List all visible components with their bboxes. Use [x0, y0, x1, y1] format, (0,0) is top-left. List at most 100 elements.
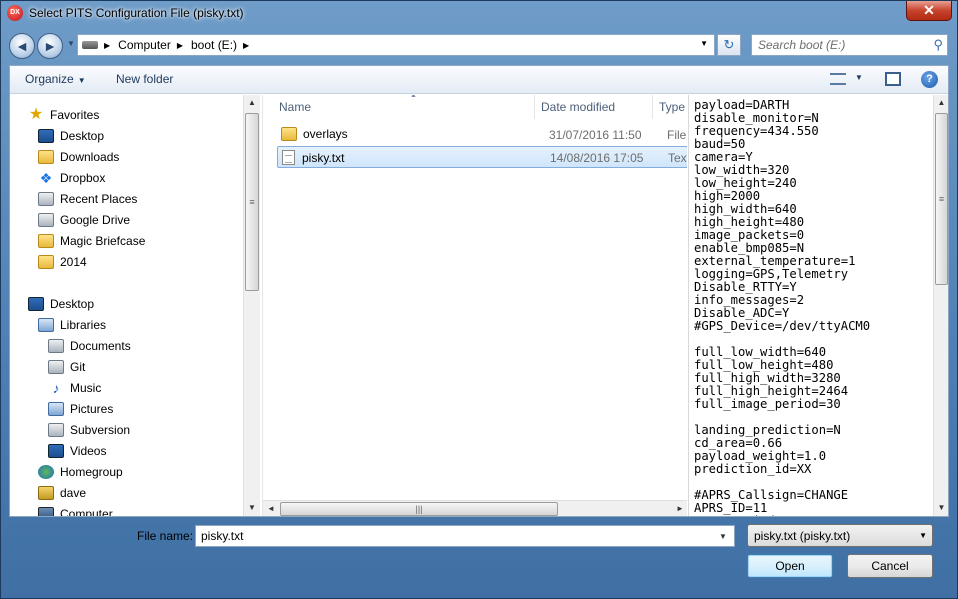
organize-button[interactable]: Organize ▼ [25, 72, 86, 86]
scrollbar-thumb[interactable]: ≡ [935, 113, 948, 285]
scrollbar-thumb[interactable]: ||| [280, 502, 558, 516]
file-name-dropdown-icon[interactable]: ▼ [719, 532, 727, 541]
scroll-up-icon[interactable]: ▲ [244, 95, 260, 111]
file-name-input[interactable] [195, 525, 735, 547]
sort-ascending-icon: ▲ [410, 95, 417, 99]
computer-icon [82, 41, 98, 49]
music-icon: ♪ [52, 380, 60, 396]
scroll-left-icon[interactable]: ◄ [263, 501, 279, 516]
scroll-down-icon[interactable]: ▼ [934, 500, 948, 516]
help-icon[interactable]: ? [921, 71, 938, 88]
nav-label: Desktop [50, 297, 95, 311]
file-type: File f [667, 128, 687, 142]
open-button[interactable]: Open [747, 554, 833, 578]
scroll-down-icon[interactable]: ▼ [244, 500, 260, 516]
address-dropdown-icon[interactable]: ▼ [700, 39, 708, 48]
breadcrumb-separator-icon[interactable]: ▶ [104, 41, 110, 50]
file-list-pane: Name ▲ Date modified Type overlays 31/07… [262, 95, 687, 516]
breadcrumb-boot-drive[interactable]: boot (E:) [191, 38, 237, 52]
nav-computer[interactable]: Computer [38, 504, 113, 516]
breadcrumb-separator-icon[interactable]: ▶ [243, 41, 249, 50]
dialog-footer: File name: ▼ pisky.txt (pisky.txt) ▼ Ope… [1, 519, 957, 599]
dropbox-icon: ❖ [39, 170, 53, 186]
pictures-icon [48, 402, 64, 416]
nav-library-git[interactable]: Git [48, 357, 85, 377]
title-bar[interactable]: DX Select PITS Configuration File (pisky… [1, 1, 957, 27]
search-input[interactable]: Search boot (E:) ⚲ [751, 34, 948, 56]
app-icon: DX [7, 5, 23, 21]
nav-desktop[interactable]: Desktop [28, 294, 94, 314]
chevron-down-icon: ▼ [919, 531, 927, 540]
new-folder-button[interactable]: New folder [116, 72, 173, 86]
file-preview-text[interactable]: payload=DARTH disable_monitor=N frequenc… [694, 99, 932, 516]
cancel-button[interactable]: Cancel [847, 554, 933, 578]
file-name: pisky.txt [302, 150, 345, 165]
breadcrumb-item[interactable]: ▶ [243, 41, 249, 50]
nav-label: Videos [70, 444, 107, 458]
back-button[interactable]: ◄ [9, 33, 35, 59]
nav-label: Desktop [60, 129, 105, 143]
column-header-type[interactable]: Type [653, 95, 687, 119]
nav-library-subversion[interactable]: Subversion [48, 420, 130, 440]
libraries-icon [38, 318, 54, 332]
close-button[interactable]: ✕ [906, 1, 952, 21]
nav-favorite-google-drive[interactable]: Google Drive [38, 210, 130, 230]
breadcrumb-computer[interactable]: Computer [118, 38, 171, 52]
recent-locations-dropdown-icon[interactable]: ▼ [67, 39, 77, 53]
file-row-overlays[interactable]: overlays 31/07/2016 11:50 File f [277, 124, 687, 146]
nav-label: Favorites [50, 108, 100, 122]
nav-label: Libraries [60, 318, 107, 332]
address-bar[interactable]: ▶ Computer ▶ boot (E:) ▶ ▼ [77, 34, 715, 56]
nav-favorites[interactable]: ★ Favorites [28, 105, 100, 125]
dialog-content: Organize ▼ New folder ▼ ? ★ Favorites Desk… [9, 65, 949, 517]
nav-homegroup[interactable]: Homegroup [38, 462, 123, 482]
change-view-icon[interactable] [830, 73, 846, 85]
nav-user-dave[interactable]: dave [38, 483, 86, 503]
folder-icon [38, 255, 54, 269]
nav-favorite-2014[interactable]: 2014 [38, 252, 87, 272]
file-row-pisky-txt[interactable]: pisky.txt 14/08/2016 17:05 Text [277, 146, 687, 168]
preview-scrollbar[interactable]: ▲ ≡ ▼ [933, 95, 948, 516]
desktop-icon [28, 297, 44, 311]
column-label: Name [279, 100, 312, 114]
navigation-pane-scrollbar[interactable]: ▲ ≡ ▼ [243, 95, 260, 516]
nav-favorite-dropbox[interactable]: ❖ Dropbox [38, 168, 106, 188]
search-icon[interactable]: ⚲ [933, 37, 943, 53]
view-options-chevron-icon[interactable]: ▼ [855, 73, 863, 82]
refresh-button[interactable]: ↻ [717, 34, 741, 56]
column-header-date[interactable]: Date modified [535, 95, 653, 119]
preview-pane: payload=DARTH disable_monitor=N frequenc… [688, 95, 948, 516]
library-icon [48, 423, 64, 437]
file-name-label: File name: [137, 529, 194, 543]
forward-button[interactable]: ► [37, 33, 63, 59]
folder-icon [281, 127, 297, 141]
nav-library-videos[interactable]: Videos [48, 441, 106, 461]
nav-library-music[interactable]: ♪ Music [48, 378, 102, 398]
nav-favorite-desktop[interactable]: Desktop [38, 126, 104, 146]
file-type-value: pisky.txt (pisky.txt) [754, 529, 851, 543]
preview-pane-toggle-icon[interactable] [885, 72, 901, 86]
recent-places-icon [38, 192, 54, 206]
breadcrumb-item[interactable]: ▶ Computer [104, 38, 171, 52]
breadcrumb-item[interactable]: ▶ boot (E:) [177, 38, 237, 52]
breadcrumb-separator-icon[interactable]: ▶ [177, 41, 183, 50]
documents-icon [48, 339, 64, 353]
file-type-select[interactable]: pisky.txt (pisky.txt) ▼ [747, 524, 933, 547]
library-icon [48, 360, 64, 374]
scroll-up-icon[interactable]: ▲ [934, 95, 948, 111]
nav-label: Git [70, 360, 86, 374]
nav-label: Magic Briefcase [60, 234, 146, 248]
file-list-horizontal-scrollbar[interactable]: ◄ ||| ► [263, 500, 687, 516]
nav-favorite-recent-places[interactable]: Recent Places [38, 189, 137, 209]
nav-favorite-downloads[interactable]: Downloads [38, 147, 119, 167]
nav-label: Music [70, 381, 102, 395]
downloads-folder-icon [38, 150, 54, 164]
scroll-right-icon[interactable]: ► [672, 501, 687, 516]
nav-library-pictures[interactable]: Pictures [48, 399, 113, 419]
column-header-name[interactable]: Name ▲ [273, 95, 535, 119]
nav-libraries[interactable]: Libraries [38, 315, 106, 335]
nav-label: Google Drive [60, 213, 131, 227]
nav-favorite-magic-briefcase[interactable]: Magic Briefcase [38, 231, 145, 251]
nav-library-documents[interactable]: Documents [48, 336, 131, 356]
scrollbar-thumb[interactable]: ≡ [245, 113, 259, 291]
